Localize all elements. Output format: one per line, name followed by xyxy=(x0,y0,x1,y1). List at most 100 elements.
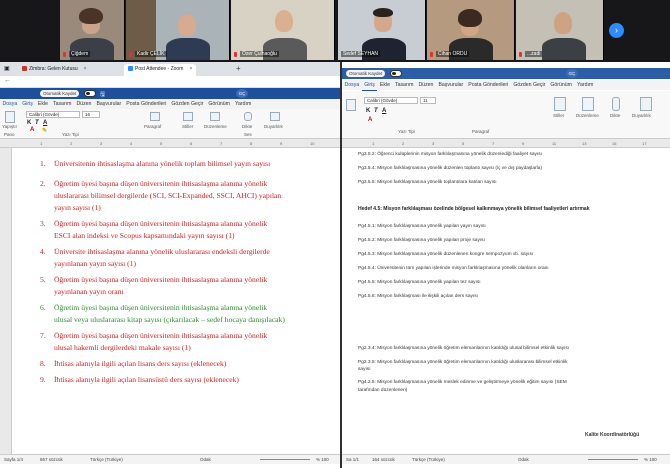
sensitivity-label: Duyarlılık xyxy=(632,113,651,118)
paste-icon[interactable] xyxy=(5,111,15,123)
menu-giris[interactable]: Giriş xyxy=(361,80,378,91)
address-bar[interactable]: ← xyxy=(0,76,340,88)
menu-gozden-gecir[interactable]: Gözden Geçir xyxy=(511,80,548,90)
menu-gorunum[interactable]: Görünüm xyxy=(548,80,575,90)
item-line: yayınlanan yayın sayısı (1) xyxy=(54,259,137,268)
avatar[interactable]: GÇ xyxy=(566,69,578,78)
list-item: 4. Üniversite ihtisaslaşma alanına yönel… xyxy=(40,246,324,270)
font-color-button[interactable]: A xyxy=(30,127,34,133)
menu-gorunum[interactable]: Görünüm xyxy=(206,99,233,109)
bold-button[interactable]: K xyxy=(366,108,370,114)
font-name-box[interactable]: Calibri (Gövde) xyxy=(26,111,80,118)
menu-yardim[interactable]: Yardım xyxy=(232,99,253,109)
back-arrow-icon[interactable]: ← xyxy=(4,77,11,84)
font-group-label: Yazı Tipi xyxy=(398,129,415,134)
menu-duzen[interactable]: Düzen xyxy=(416,80,436,90)
word-count[interactable]: 867 sözcük xyxy=(40,457,63,462)
font-color-button[interactable]: A xyxy=(368,117,372,123)
browser-tab-active[interactable]: Post Attendee - Zoom × xyxy=(124,64,197,76)
participant-tile[interactable]: Sedef SEYHAN xyxy=(338,0,426,60)
editing-icon[interactable] xyxy=(210,112,220,121)
item-number: 1. xyxy=(40,159,46,168)
zoom-level[interactable]: % 100 xyxy=(644,457,657,462)
autosave-toggle[interactable] xyxy=(84,90,96,97)
styles-icon[interactable] xyxy=(183,112,193,121)
focus-mode[interactable]: Odak xyxy=(200,457,211,462)
microphone-icon[interactable] xyxy=(244,112,252,121)
zoom-slider[interactable] xyxy=(588,459,638,460)
close-icon[interactable]: × xyxy=(84,66,87,72)
list-item: 7. Öğretim üyesi başına düşen üniversite… xyxy=(40,330,324,354)
menu-basvurular[interactable]: Başvurular xyxy=(436,80,466,90)
focus-mode[interactable]: Odak xyxy=(518,457,529,462)
editing-icon[interactable] xyxy=(582,97,594,111)
tab-label: Zimbra: Gelen Kutusu xyxy=(29,66,78,72)
sensitivity-icon[interactable] xyxy=(640,97,652,111)
font-size-box[interactable]: 11 xyxy=(420,97,436,104)
right-document-page[interactable]: Pg3.5.2: Öğrenci kulüplerinin misyon far… xyxy=(342,148,670,454)
menu-posta[interactable]: Posta Gönderileri xyxy=(124,99,169,109)
browser-menu-icon[interactable]: ▣ xyxy=(4,65,10,72)
bold-button[interactable]: K xyxy=(27,120,31,126)
font-size-box[interactable]: 16 xyxy=(82,111,100,118)
menu-yardim[interactable]: Yardım xyxy=(574,80,595,90)
underline-button[interactable]: A xyxy=(382,108,386,114)
italic-button[interactable]: T xyxy=(35,120,39,126)
participant-hair xyxy=(79,8,103,24)
menu-gozden-gecir[interactable]: Gözden Geçir xyxy=(169,99,206,109)
participant-tile[interactable]: Özer Çulhaoğlu xyxy=(231,0,335,60)
item-line: uluslararası bilimsel dergilerde (SCI, S… xyxy=(54,191,282,200)
participant-tile[interactable]: Cihan ORDU xyxy=(427,0,515,60)
menu-dosya[interactable]: Dosya xyxy=(0,99,20,109)
page-count[interactable]: Sayfa 1/4 xyxy=(4,457,23,462)
sensitivity-icon[interactable] xyxy=(270,112,280,121)
paragraph-label: Paragraf xyxy=(472,129,490,134)
menu-tasarim[interactable]: Tasarım xyxy=(392,80,415,90)
right-status-bar: Sa 1/1 164 sözcük Türkçe (Türkiye) Odak … xyxy=(342,454,670,464)
styles-icon[interactable] xyxy=(554,97,566,111)
participant-tile[interactable]: Çiğdem xyxy=(60,0,125,60)
pg-line: Pg4.5.2: Misyon farklılaşmasına yönelik … xyxy=(358,238,485,243)
menu-tasarim[interactable]: Tasarım xyxy=(50,99,73,109)
participant-tile[interactable]: Kadir ÇELİK xyxy=(126,0,230,60)
autosave-toggle[interactable] xyxy=(390,70,402,77)
chevron-right-icon[interactable]: › xyxy=(609,23,624,38)
item-number: 2. xyxy=(40,179,46,188)
tab-label: Post Attendee - Zoom xyxy=(135,66,184,72)
menu-basvurular[interactable]: Başvurular xyxy=(94,99,124,109)
dictate-label: Dikte xyxy=(610,113,621,118)
zoom-icon xyxy=(128,66,133,71)
pg-line: sayısı xyxy=(358,367,371,372)
word-count[interactable]: 164 sözcük xyxy=(372,457,395,462)
new-tab-button[interactable]: + xyxy=(236,64,241,73)
zoom-slider[interactable] xyxy=(260,459,310,460)
participant-tile[interactable]: ...zadi xyxy=(516,0,604,60)
menu-ekle[interactable]: Ekle xyxy=(35,99,50,109)
item-line: ESCI alan indeksi ve Scopus kapsamındaki… xyxy=(54,231,235,240)
microphone-icon[interactable] xyxy=(612,97,620,111)
menu-posta[interactable]: Posta Gönderileri xyxy=(466,80,511,90)
sensitivity-label: Duyarlılık xyxy=(264,124,283,129)
item-line: Üniversite ihtisaslaşma alanına yönelik … xyxy=(54,247,270,256)
highlight-button[interactable]: ✎ xyxy=(42,127,47,134)
list-item: 5. Öğretim üyesi başına düşen üniversite… xyxy=(40,274,324,298)
avatar[interactable]: GÇ xyxy=(236,89,248,98)
page-count[interactable]: Sa 1/1 xyxy=(346,457,359,462)
list-item: 8. İhtisas alanıyla ilgili açılan lisans… xyxy=(40,358,324,370)
menu-ekle[interactable]: Ekle xyxy=(377,80,392,90)
zoom-level[interactable]: % 100 xyxy=(316,457,329,462)
language[interactable]: Türkçe (Türkiye) xyxy=(90,457,123,462)
clipboard-group-label: Pano xyxy=(4,132,15,137)
word-menu-bar: Dosya Giriş Ekle Tasarım Düzen Başvurular Post… xyxy=(342,80,670,91)
paragraph-icon[interactable] xyxy=(150,112,160,121)
font-name-box[interactable]: Calibri (Gövde) xyxy=(364,97,418,104)
left-document-page[interactable]: 1. Üniversitenin ihtisaslaşma alanına yö… xyxy=(14,148,337,454)
italic-button[interactable]: T xyxy=(374,108,378,114)
paste-icon[interactable] xyxy=(346,99,356,111)
browser-tab[interactable]: Zimbra: Gelen Kutusu × xyxy=(18,64,91,76)
menu-dosya[interactable]: Dosya xyxy=(342,80,362,90)
close-icon[interactable]: × xyxy=(189,66,192,72)
underline-button[interactable]: A xyxy=(43,120,47,126)
menu-duzen[interactable]: Düzen xyxy=(74,99,94,109)
language[interactable]: Türkçe (Türkiye) xyxy=(412,457,445,462)
